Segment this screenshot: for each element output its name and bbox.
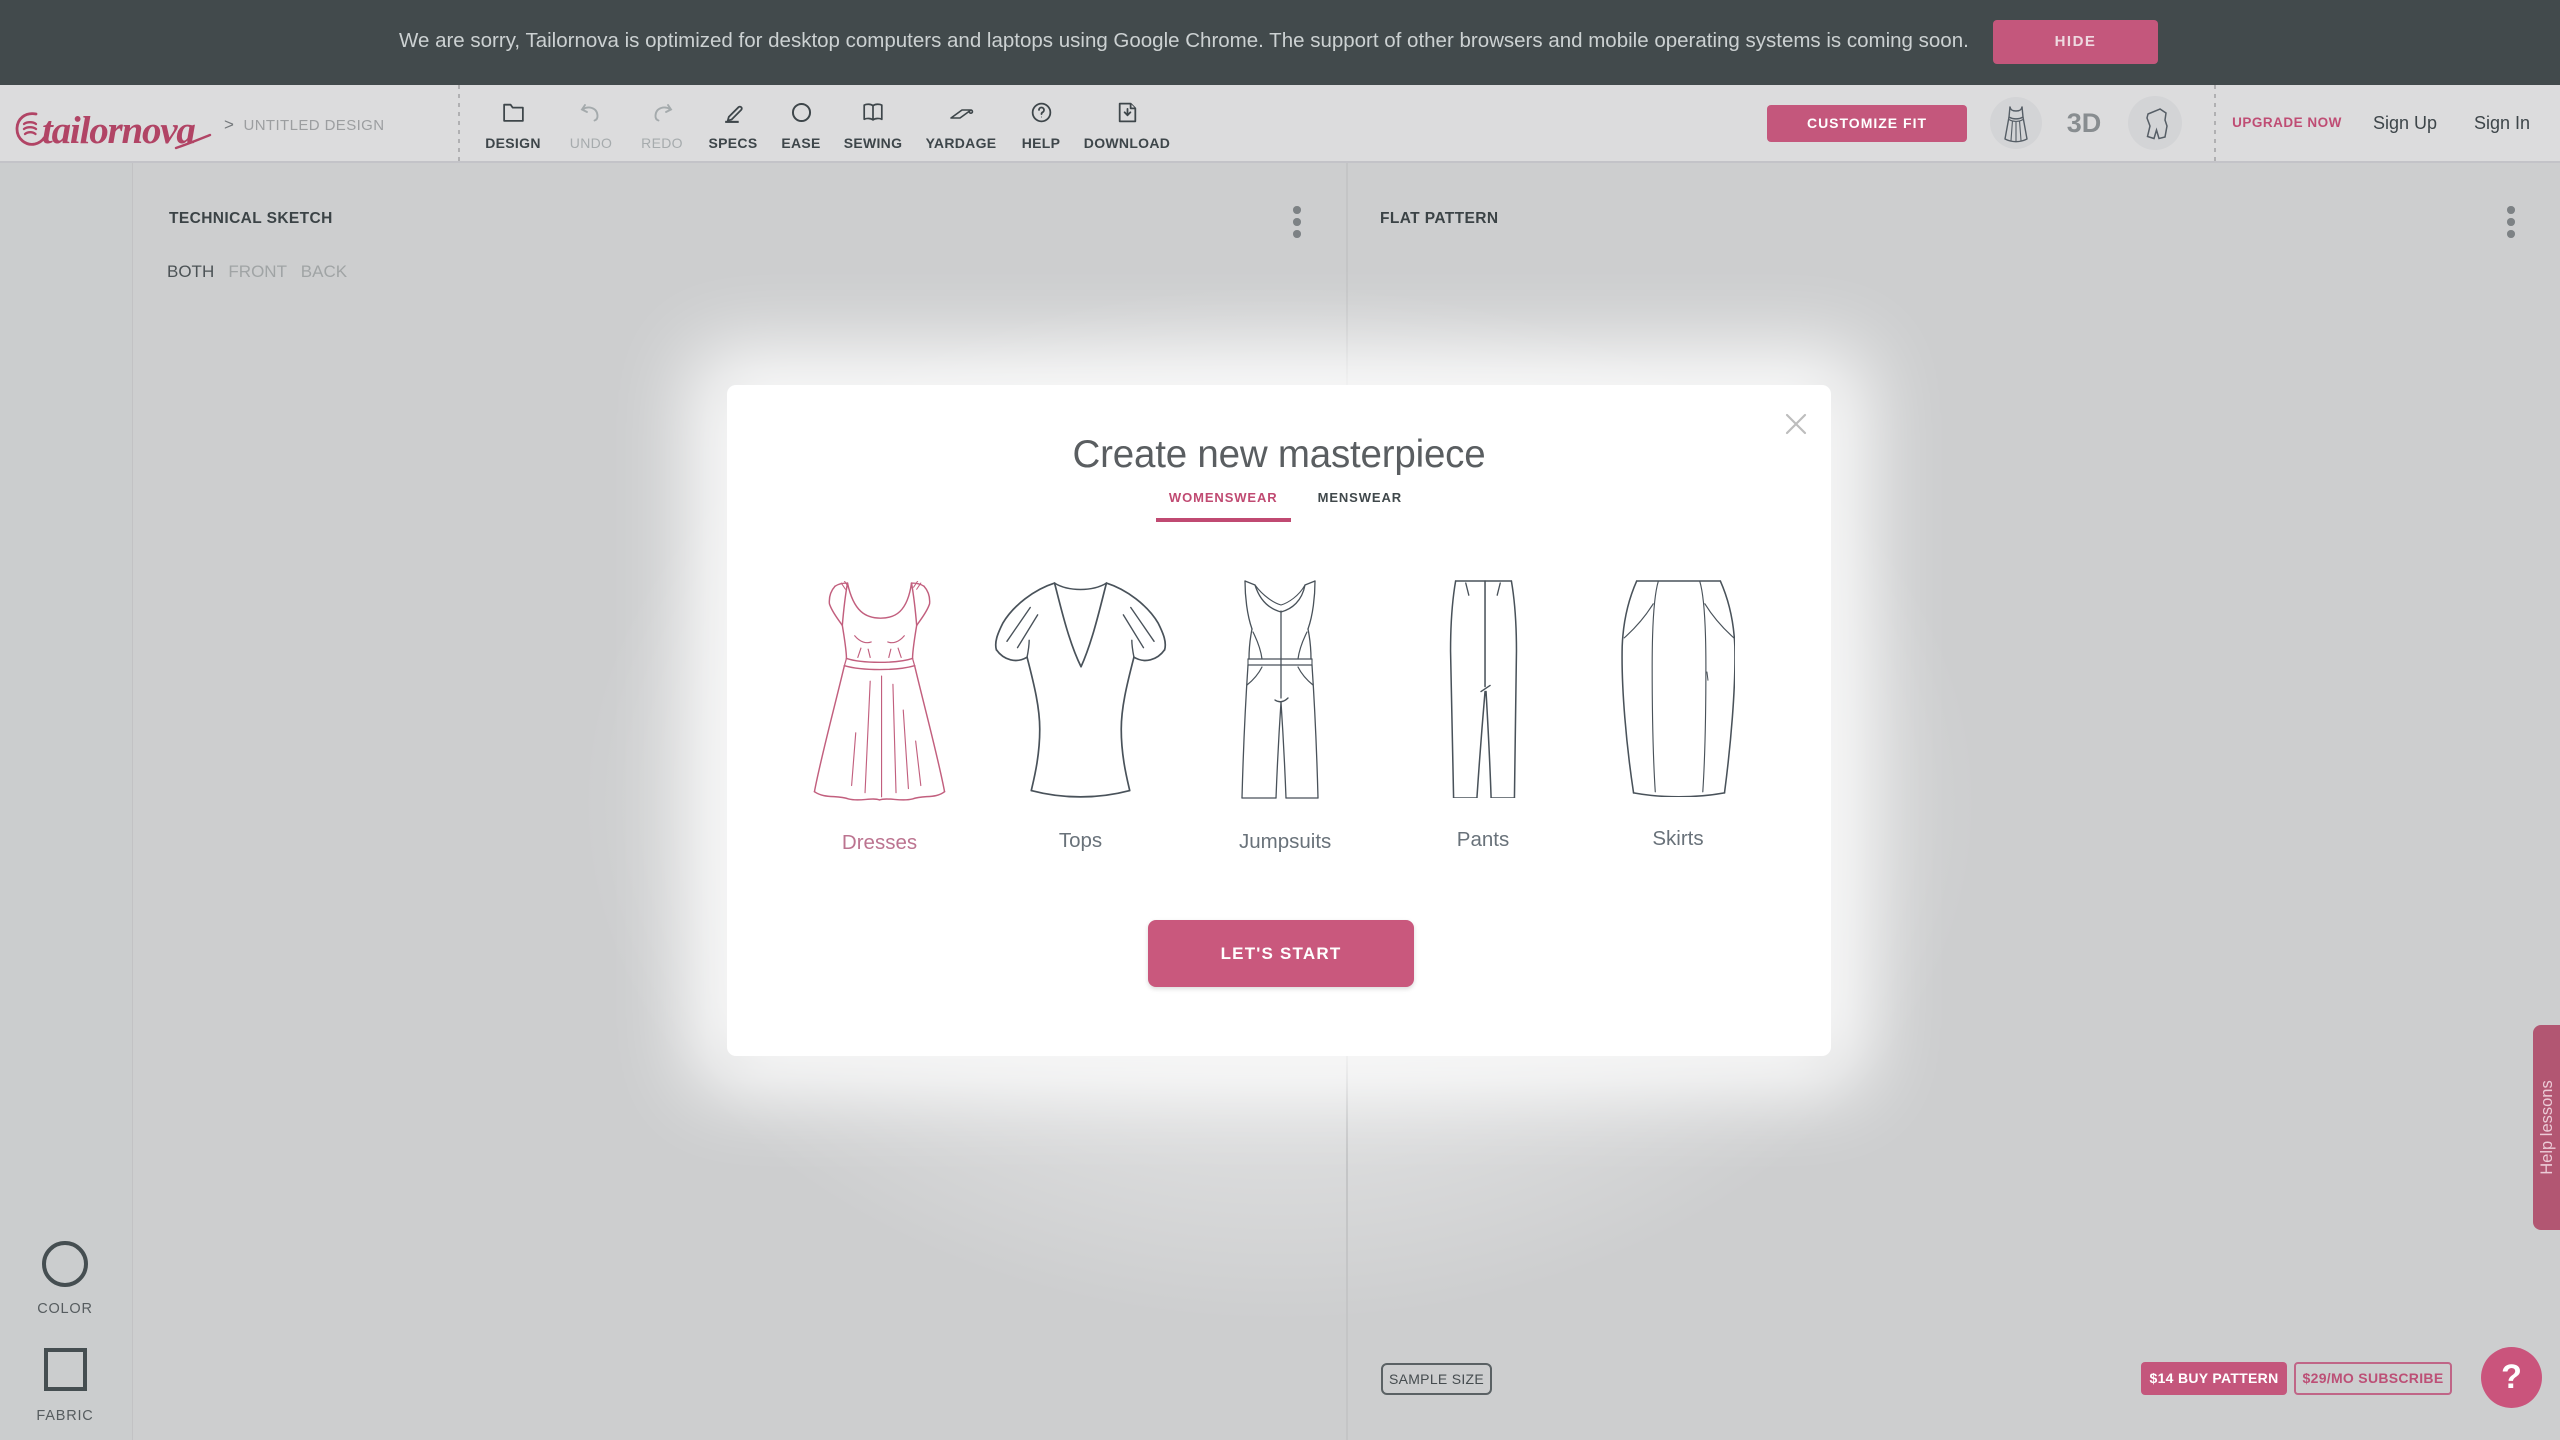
svg-text:tailornova: tailornova <box>42 109 195 152</box>
